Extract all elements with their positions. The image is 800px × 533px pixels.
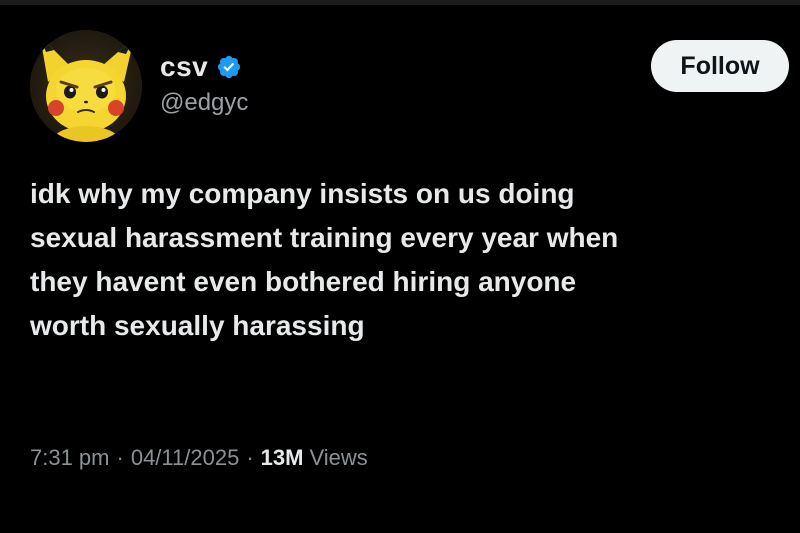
tweet-text: idk why my company insists on us doing s… xyxy=(30,172,750,348)
author-name-row: csv xyxy=(160,50,242,84)
author-handle[interactable]: @edgyc xyxy=(160,89,248,117)
tweet-text-line: they havent even bothered hiring anyone xyxy=(30,266,577,297)
tweet-text-line: idk why my company insists on us doing xyxy=(30,178,575,209)
tweet-text-line: worth sexually harassing xyxy=(30,310,365,341)
meta-separator: · xyxy=(116,445,124,470)
tweet-date[interactable]: 04/11/2025 xyxy=(131,445,239,471)
views-count[interactable]: 13M xyxy=(261,445,304,471)
meta-separator: · xyxy=(246,445,254,470)
verified-badge-icon xyxy=(218,55,241,79)
views-label: Views xyxy=(309,445,368,470)
tweet-metadata: 7:31 pm · 04/11/2025 · 13M Views xyxy=(30,445,368,471)
tweet-text-line: sexual harassment training every year wh… xyxy=(30,222,619,253)
author-display-name[interactable]: csv xyxy=(160,51,208,83)
pikachu-avatar-icon xyxy=(30,30,142,142)
tweet-time[interactable]: 7:31 pm xyxy=(30,445,110,471)
avatar[interactable] xyxy=(30,30,142,142)
follow-button[interactable]: Follow xyxy=(651,40,789,92)
tweet-card: csv @edgyc Follow idk why my company ins… xyxy=(0,0,800,533)
